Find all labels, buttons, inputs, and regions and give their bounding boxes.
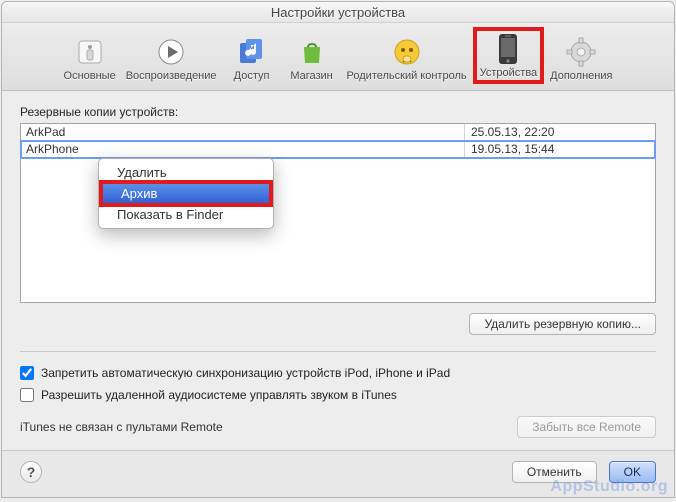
delete-backup-button[interactable]: Удалить резервную копию... bbox=[469, 313, 656, 335]
content-area: Резервные копии устройств: ArkPad 25.05.… bbox=[2, 91, 674, 450]
tab-label: Доступ bbox=[234, 70, 270, 82]
backup-date: 19.05.13, 15:44 bbox=[465, 141, 655, 158]
check-remote-audio[interactable]: Разрешить удаленной аудиосистеме управля… bbox=[20, 388, 656, 402]
tab-playback[interactable]: Воспроизведение bbox=[122, 33, 221, 84]
separator bbox=[20, 351, 656, 352]
help-button[interactable]: ? bbox=[20, 461, 42, 483]
backups-label: Резервные копии устройств: bbox=[20, 105, 656, 119]
forget-remote-button[interactable]: Забыть все Remote bbox=[517, 416, 656, 438]
table-row[interactable]: ArkPad 25.05.13, 22:20 bbox=[21, 124, 655, 141]
tab-label: Устройства bbox=[480, 67, 538, 79]
tab-label: Основные bbox=[64, 70, 116, 82]
gear-icon bbox=[561, 35, 601, 69]
play-icon bbox=[151, 35, 191, 69]
remote-status: iTunes не связан с пультами Remote bbox=[20, 420, 223, 434]
tab-label: Дополнения bbox=[550, 70, 612, 82]
checkbox-label: Запретить автоматическую синхронизацию у… bbox=[41, 366, 450, 380]
tab-store[interactable]: Магазин bbox=[283, 33, 341, 84]
tab-sharing[interactable]: Доступ bbox=[223, 33, 281, 84]
check-disable-autosync[interactable]: Запретить автоматическую синхронизацию у… bbox=[20, 366, 656, 380]
cancel-button[interactable]: Отменить bbox=[512, 461, 597, 483]
switch-icon bbox=[70, 35, 110, 69]
device-name: ArkPad bbox=[21, 124, 465, 141]
menu-show-in-finder[interactable]: Показать в Finder bbox=[99, 205, 273, 224]
context-menu: Удалить Архив Показать в Finder bbox=[98, 158, 274, 229]
tab-label: Магазин bbox=[290, 70, 332, 82]
device-name: ArkPhone bbox=[21, 141, 465, 158]
tab-advanced[interactable]: Дополнения bbox=[546, 33, 616, 84]
tab-label: Родительский контроль bbox=[347, 70, 467, 82]
tab-parental[interactable]: Родительский контроль bbox=[343, 33, 471, 84]
window-title: Настройки устройства bbox=[2, 2, 674, 23]
music-docs-icon bbox=[232, 35, 272, 69]
checkbox-label: Разрешить удаленной аудиосистеме управля… bbox=[41, 388, 397, 402]
footer: ? Отменить OK bbox=[2, 450, 674, 497]
checkbox[interactable] bbox=[20, 388, 34, 402]
menu-archive[interactable]: Архив bbox=[103, 184, 269, 203]
checkbox[interactable] bbox=[20, 366, 34, 380]
tab-devices[interactable]: Устройства bbox=[473, 27, 545, 84]
backups-list[interactable]: ArkPad 25.05.13, 22:20 ArkPhone 19.05.13… bbox=[20, 123, 656, 303]
ok-button[interactable]: OK bbox=[609, 461, 656, 483]
settings-window: Настройки устройства Основные Воспроизве… bbox=[1, 1, 675, 498]
iphone-icon bbox=[488, 32, 528, 66]
parental-icon bbox=[387, 35, 427, 69]
bag-icon bbox=[292, 35, 332, 69]
toolbar: Основные Воспроизведение Доступ Магазин … bbox=[2, 23, 674, 91]
tab-label: Воспроизведение bbox=[126, 70, 217, 82]
table-row[interactable]: ArkPhone 19.05.13, 15:44 bbox=[21, 141, 655, 158]
backup-date: 25.05.13, 22:20 bbox=[465, 124, 655, 141]
tab-general[interactable]: Основные bbox=[60, 33, 120, 84]
